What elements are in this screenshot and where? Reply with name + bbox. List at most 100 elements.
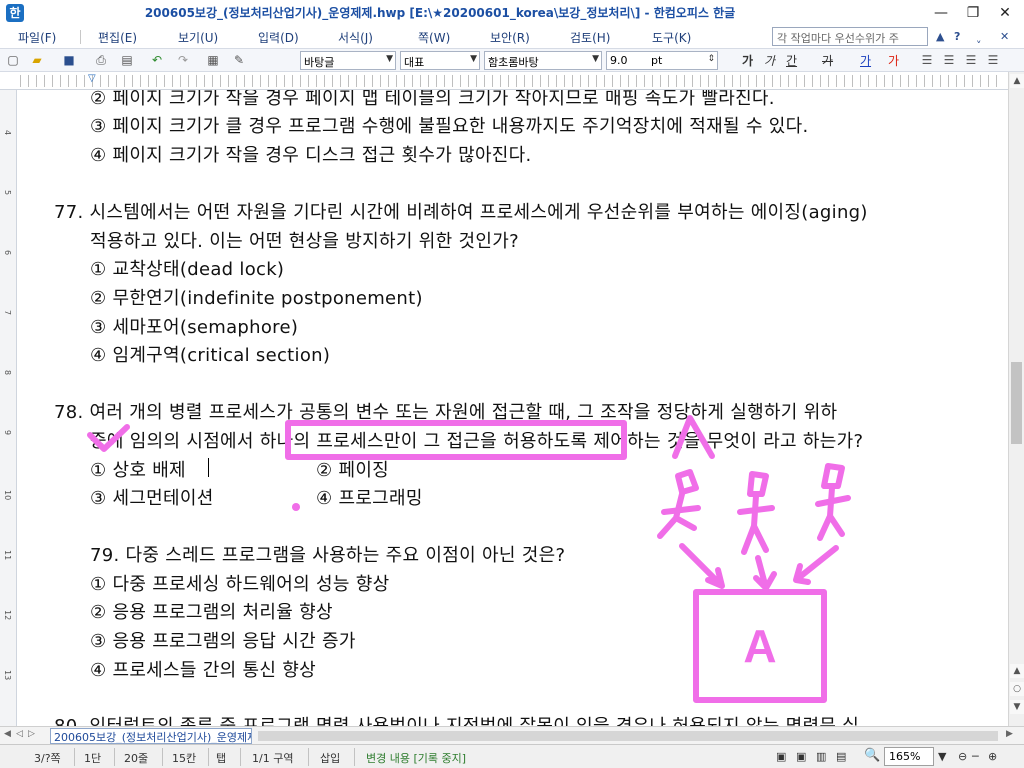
status-separator [114, 748, 115, 766]
copy-format-icon[interactable]: ✎ [230, 52, 248, 68]
align-center-icon[interactable]: ☰ [984, 52, 1002, 68]
question-78: 78. 여러 개의 병렬 프로세스가 공통의 변수 또는 자원에 접근할 때, … [54, 402, 838, 423]
view-fit-icon[interactable]: ▤ [836, 750, 846, 763]
hwp-app-icon[interactable]: 한 [6, 4, 24, 22]
horizontal-ruler[interactable]: ▽ [0, 72, 1024, 90]
close-button[interactable]: ✕ [990, 2, 1020, 24]
scroll-thumb[interactable] [1011, 362, 1022, 444]
status-tab: 탭 [216, 752, 227, 765]
vertical-scrollbar[interactable]: ▲ ▲ ○ ▼ [1008, 72, 1024, 726]
title-bar: 한 200605보강_(정보처리산업기사)_운영제제.hwp [E:\★2020… [0, 0, 1024, 26]
option-line: ④ 임계구역(critical section) [90, 345, 331, 366]
status-separator [74, 748, 75, 766]
view-two-pages-icon[interactable]: ▥ [816, 750, 826, 763]
menu-edit[interactable]: 편집(E) [98, 29, 137, 46]
status-separator [354, 748, 355, 766]
font-size-input[interactable]: 9.0 pt ⇕ [606, 51, 718, 70]
status-separator [162, 748, 163, 766]
formatting-toolbar: ▢ ▰ ■ ⎙ ▤ ↶ ↷ ▦ ✎ 바탕글 ▼ 대표 ▼ 함초롬바탕 ▼ 9.0 pt… [0, 48, 1024, 72]
new-doc-icon[interactable]: ▢ [4, 52, 22, 68]
option-line: ③ 세마포어(semaphore) [90, 317, 299, 338]
vruler-number: 10 [3, 490, 12, 501]
font-select-value: 함초롬바탕 [488, 56, 539, 69]
scroll-up-icon[interactable]: ▲ [1010, 74, 1024, 88]
font-color-button[interactable]: 가 [860, 52, 871, 69]
option-line: ② 무한연기(indefinite postponement) [90, 288, 423, 309]
status-col: 15칸 [172, 752, 197, 765]
language-select-value: 대표 [404, 56, 425, 69]
preview-icon[interactable]: ▤ [118, 52, 136, 68]
scroll-middle-icon[interactable]: ○ [1010, 682, 1024, 696]
status-insert-mode[interactable]: 삽입 [320, 750, 340, 766]
bold-button[interactable]: 가 [742, 52, 753, 69]
chevron-down-icon: ▼ [470, 54, 477, 64]
page-down-icon[interactable]: ▼ [1010, 700, 1024, 714]
status-page[interactable]: 3/?쪽 [34, 750, 61, 766]
print-icon[interactable]: ⎙ [92, 52, 110, 68]
italic-button[interactable]: 가 [764, 52, 775, 69]
menu-file[interactable]: 파일(F) [18, 29, 56, 46]
zoom-select[interactable]: 165% [884, 747, 934, 766]
doc-line: ④ 페이지 크기가 작을 경우 디스크 접근 횟수가 많아진다. [90, 145, 532, 166]
undo-icon[interactable]: ↶ [148, 52, 166, 68]
menu-view[interactable]: 보기(U) [178, 29, 218, 46]
tab-prev-icon[interactable]: ◁ [16, 729, 23, 739]
tab-next-icon[interactable]: ▷ [28, 729, 35, 739]
restore-button[interactable]: ❐ [958, 2, 988, 24]
menu-page[interactable]: 쪽(W) [418, 29, 450, 46]
help-icon[interactable]: ? [954, 30, 960, 43]
minimize-button[interactable]: — [926, 2, 956, 24]
menu-review[interactable]: 검토(H) [570, 29, 610, 46]
ribbon-collapse-icon[interactable]: ▲ [936, 30, 944, 43]
status-section: 1/1 구역 [252, 752, 294, 765]
font-size-value: 9.0 [610, 54, 628, 67]
zoom-icon[interactable]: 🔍 [864, 748, 880, 763]
redo-icon[interactable]: ↷ [174, 52, 192, 68]
zoom-slider[interactable]: ─ [972, 750, 979, 763]
minimize-doc-icon[interactable]: ˬ [976, 30, 982, 43]
indent-marker-icon[interactable]: ▽ [88, 73, 96, 84]
highlight-button[interactable]: 가 [888, 52, 899, 69]
page-up-icon[interactable]: ▲ [1010, 664, 1024, 678]
tab-document[interactable]: 200605보강_(정보처리산업기사)_운영제제 [50, 728, 252, 744]
menu-insert[interactable]: 입력(D) [258, 29, 299, 46]
font-select[interactable]: 함초롬바탕 ▼ [484, 51, 602, 70]
zoom-in-icon[interactable]: ⊕ [988, 750, 997, 763]
help-search-input[interactable]: 각 작업마다 우선수위가 주 [772, 27, 928, 46]
menu-security[interactable]: 보안(R) [490, 29, 530, 46]
underline-button[interactable]: 간 [786, 52, 797, 69]
strikethrough-button[interactable]: 가 [822, 52, 833, 69]
style-select[interactable]: 바탕글 ▼ [300, 51, 396, 70]
align-right-icon[interactable]: ☰ [962, 52, 980, 68]
status-separator [240, 748, 241, 766]
document-page[interactable]: ② 페이지 크기가 작을 경우 페이지 맵 테이블의 크기가 작아지므로 매핑 … [18, 90, 1014, 726]
close-doc-icon[interactable]: ✕ [1000, 30, 1009, 43]
tab-first-icon[interactable]: ◀ [4, 729, 11, 739]
option-line: ② 응용 프로그램의 처리율 향상 [90, 602, 333, 623]
menu-bar: 파일(F) 편집(E) 보기(U) 입력(D) 서식(J) 쪽(W) 보안(R)… [0, 26, 1024, 48]
menu-format[interactable]: 서식(J) [338, 29, 373, 46]
zoom-value: 165% [889, 750, 921, 763]
save-icon[interactable]: ■ [60, 52, 78, 68]
option-line: ② 페이징 [316, 460, 390, 481]
view-normal-icon[interactable]: ▣ [776, 750, 786, 763]
zoom-out-icon[interactable]: ⊖ [958, 750, 967, 763]
zoom-dropdown-icon[interactable]: ▼ [938, 750, 946, 763]
window-title: 200605보강_(정보처리산업기사)_운영제제.hwp [E:\★202006… [144, 6, 736, 20]
ruler-ticks [20, 75, 1004, 87]
vruler-number: 4 [3, 130, 12, 136]
status-track-changes[interactable]: 변경 내용 [기록 중지] [366, 750, 466, 766]
align-left-icon[interactable]: ☰ [940, 52, 958, 68]
align-justify-icon[interactable]: ☰ [918, 52, 936, 68]
menu-tools[interactable]: 도구(K) [652, 29, 691, 46]
scroll-right-icon[interactable]: ▶ [1006, 729, 1013, 739]
language-select[interactable]: 대표 ▼ [400, 51, 480, 70]
view-page-icon[interactable]: ▣ [796, 750, 806, 763]
vruler-number: 5 [3, 190, 12, 196]
status-bar: 3/?쪽 1단 20줄 15칸 탭 1/1 구역 삽입 변경 내용 [기록 중지… [0, 744, 1024, 768]
open-folder-icon[interactable]: ▰ [28, 52, 46, 68]
document-tab-bar: ◀ ◁ ▷ 200605보강_(정보처리산업기사)_운영제제 ▶ [0, 726, 1024, 744]
chevron-down-icon: ▼ [386, 54, 393, 64]
clipboard-icon[interactable]: ▦ [204, 52, 222, 68]
horizontal-scrollbar[interactable] [258, 731, 998, 741]
